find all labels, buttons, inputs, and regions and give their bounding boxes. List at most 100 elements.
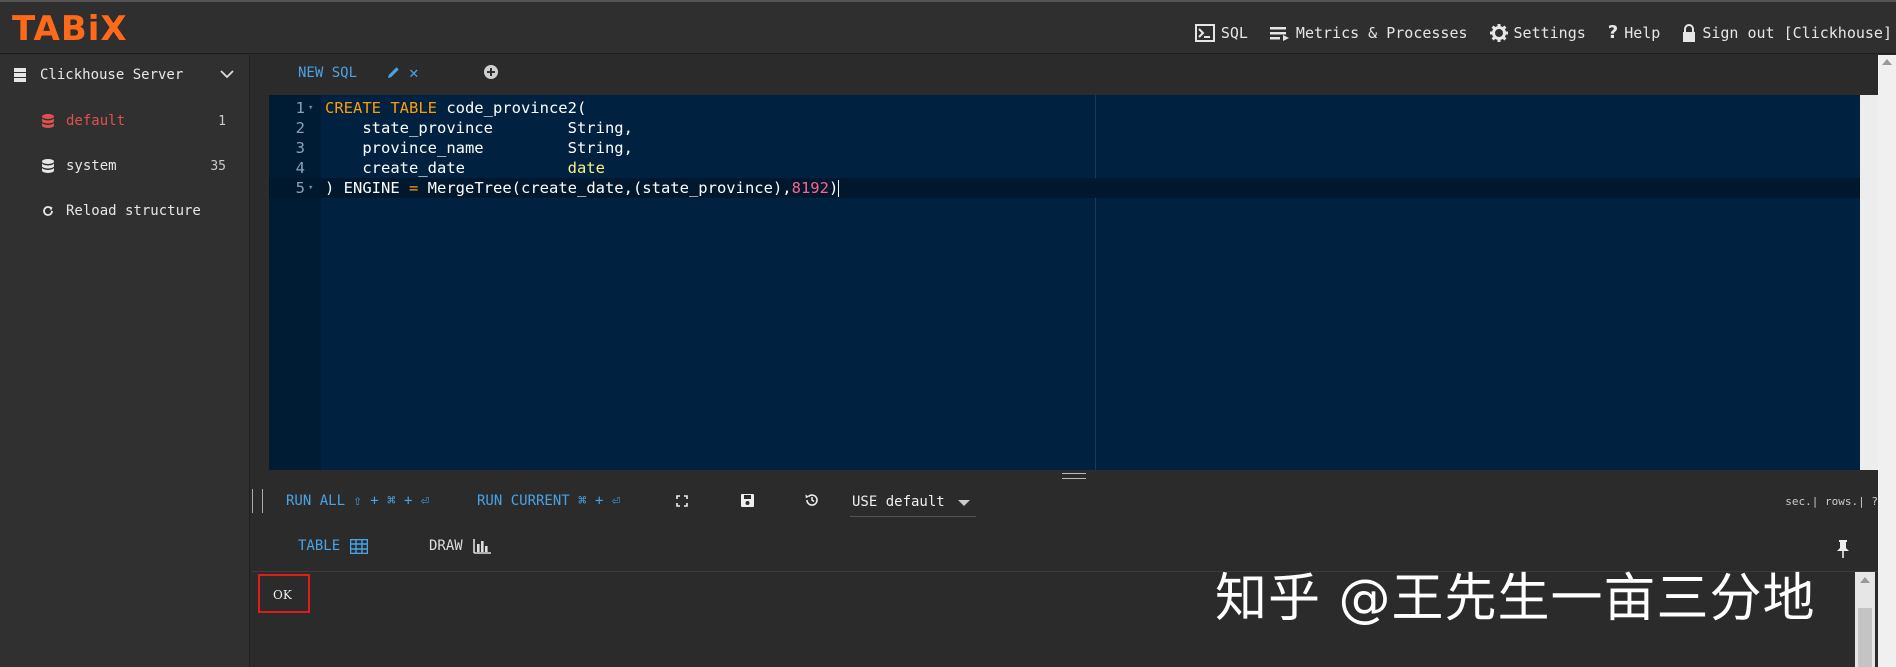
app-logo[interactable]: TABiX [12, 9, 128, 49]
scroll-up-icon[interactable] [1882, 59, 1892, 65]
table-icon [350, 538, 369, 554]
line-number: 2 [295, 119, 305, 137]
pencil-icon[interactable] [387, 66, 400, 79]
close-tab-icon[interactable]: ✕ [409, 63, 419, 82]
code-token: ) [828, 179, 839, 197]
run-current-button[interactable]: RUN CURRENT ⌘ + ⏎ [477, 493, 620, 509]
nav-settings-label: Settings [1513, 23, 1586, 42]
fold-arrow-icon[interactable]: ▾ [308, 178, 313, 198]
code-text: create_date date [325, 158, 605, 178]
server-label: Clickhouse Server [40, 67, 184, 83]
text-cursor [838, 180, 840, 197]
gear-icon [1489, 23, 1508, 42]
code-token: MergeTree(create_date,(state_province), [418, 179, 792, 197]
tab-new-sql[interactable]: NEW SQL [298, 65, 357, 81]
fold-arrow-icon[interactable]: ▾ [308, 98, 313, 118]
db-name: default [66, 113, 126, 129]
server-icon [14, 68, 26, 82]
bar-chart-icon [472, 538, 491, 554]
db-table-count: 1 [218, 113, 226, 129]
resize-handle[interactable] [1062, 473, 1086, 481]
nav-signout[interactable]: Sign out [Clickhouse] [1682, 22, 1892, 43]
refresh-icon [43, 206, 53, 216]
code-text: ) ENGINE = MergeTree(create_date,(state_… [325, 178, 840, 198]
tab-table-label: TABLE [298, 538, 341, 554]
results-scrollbar[interactable] [1855, 572, 1875, 667]
code-token: = [409, 179, 419, 197]
reload-label: Reload structure [66, 203, 201, 219]
pin-icon[interactable] [1836, 540, 1850, 558]
code-line[interactable]: 2 state_province String, [269, 118, 1878, 138]
line-number: 4 [295, 159, 305, 177]
result-status: OK [273, 588, 292, 602]
code-token: , [623, 139, 633, 157]
nav-metrics-label: Metrics & Processes [1295, 23, 1468, 42]
tab-table[interactable]: TABLE [298, 538, 369, 554]
save-icon[interactable] [741, 494, 754, 507]
watermark: 知乎 @王先生一亩三分地 [1215, 569, 1816, 629]
code-line[interactable]: 3 province_name String, [269, 138, 1878, 158]
toolbar-divider [252, 489, 253, 513]
db-name: system [66, 158, 117, 174]
sidebar: Clickhouse Server default 1 system 35 Re… [0, 55, 250, 667]
tab-draw-label: DRAW [429, 538, 463, 554]
code-line[interactable]: 1 ▾ CREATE TABLE code_province2( [269, 98, 1878, 118]
code-token: create_date [325, 159, 568, 177]
line-number: 5 [295, 179, 305, 197]
server-selector[interactable]: Clickhouse Server [14, 67, 234, 83]
sql-editor[interactable]: 1 ▾ CREATE TABLE code_province2(2 state_pr… [269, 95, 1878, 470]
line-number: 3 [295, 139, 305, 157]
nav-settings[interactable]: Settings [1489, 22, 1586, 43]
top-edge [0, 0, 1896, 2]
query-toolbar: RUN ALL ⇧ + ⌘ + ⏎ RUN CURRENT ⌘ + ⏎ USE … [252, 485, 1878, 519]
line-number: 1 [295, 99, 305, 117]
sidebar-item-system-db[interactable]: system 35 [42, 158, 226, 174]
nav-metrics[interactable]: Metrics & Processes [1269, 22, 1468, 43]
editor-scrollbar[interactable] [1860, 95, 1878, 470]
nav-sql-label: SQL [1220, 23, 1248, 42]
database-select-value: USE default [852, 494, 945, 510]
top-bar: TABiX SQL Metrics & Processes Settings ?… [0, 0, 1896, 54]
code-token: ) ENGINE [325, 179, 409, 197]
nav-help[interactable]: ? Help [1608, 22, 1661, 43]
database-icon [42, 114, 54, 128]
sidebar-item-default-db[interactable]: default 1 [42, 113, 226, 129]
nav-help-label: Help [1624, 23, 1661, 42]
history-icon[interactable] [805, 493, 819, 507]
question-icon: ? [1607, 22, 1619, 43]
code-token: province_name [325, 139, 568, 157]
database-icon [42, 159, 54, 173]
code-token: date [567, 159, 605, 177]
code-line[interactable]: 5 ▾ ) ENGINE = MergeTree(create_date,(stat… [269, 178, 1878, 198]
list-icon [1269, 26, 1289, 41]
add-tab-icon[interactable] [484, 65, 498, 79]
code-text: CREATE TABLE code_province2( [325, 98, 586, 118]
query-stats: sec.| rows.| ? [1785, 495, 1878, 508]
db-table-count: 35 [210, 158, 226, 174]
nav-signout-label: Sign out [Clickhouse] [1702, 23, 1892, 42]
code-line[interactable]: 4 create_date date [269, 158, 1878, 178]
code-token: String [567, 119, 624, 137]
top-nav: SQL Metrics & Processes Settings ? Help … [1194, 22, 1892, 43]
code-text: state_province String, [325, 118, 633, 138]
code-token: String [567, 139, 624, 157]
nav-sql[interactable]: SQL [1194, 22, 1248, 43]
reload-structure-button[interactable]: Reload structure [42, 203, 201, 219]
database-select[interactable]: USE default [850, 491, 976, 517]
editor-tab-bar: NEW SQL ✕ [268, 55, 1878, 95]
code-text: province_name String, [325, 138, 633, 158]
lock-icon [1683, 23, 1696, 42]
toolbar-divider [262, 489, 263, 513]
code-token: 8192 [791, 179, 829, 197]
scroll-thumb[interactable] [1858, 608, 1872, 667]
code-token: CREATE TABLE [325, 99, 437, 117]
page-scrollbar[interactable] [1878, 55, 1896, 667]
fullscreen-icon[interactable] [676, 495, 688, 507]
terminal-icon [1194, 23, 1215, 42]
code-token: code_province2( [436, 99, 587, 117]
scroll-up-icon[interactable] [1860, 577, 1870, 583]
caret-down-icon [958, 500, 970, 506]
run-all-button[interactable]: RUN ALL ⇧ + ⌘ + ⏎ [286, 493, 429, 509]
tab-draw[interactable]: DRAW [429, 538, 491, 554]
chevron-down-icon[interactable] [220, 69, 234, 79]
